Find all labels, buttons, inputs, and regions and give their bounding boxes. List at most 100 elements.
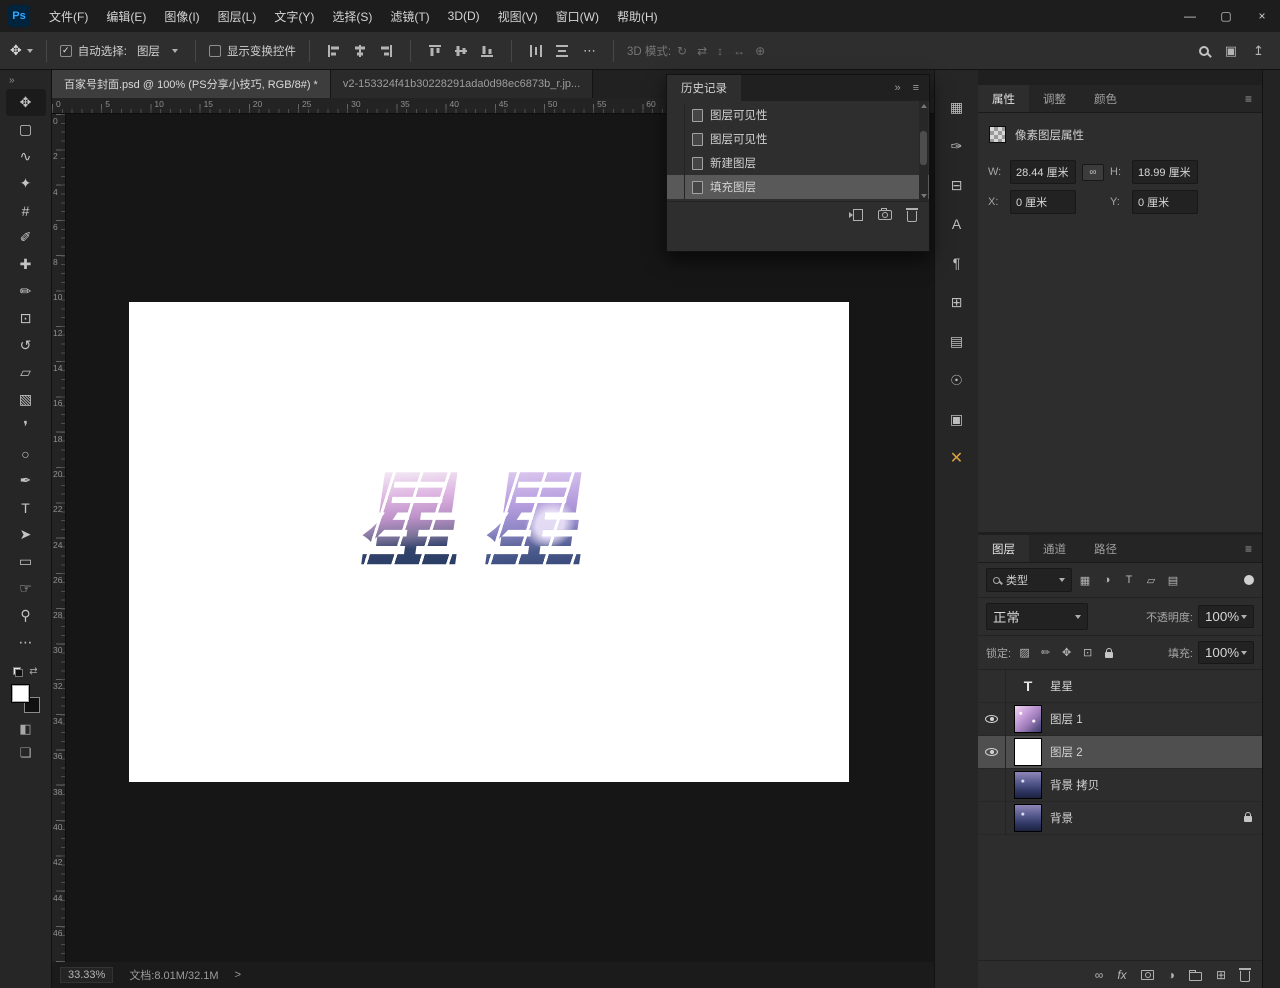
set-source-cell[interactable] bbox=[667, 175, 685, 199]
scroll-down-icon[interactable] bbox=[920, 194, 927, 198]
eraser-tool[interactable]: ▱ bbox=[6, 359, 46, 386]
zoom-tool[interactable]: ⚲ bbox=[6, 602, 46, 629]
document-tab[interactable]: 百家号封面.psd @ 100% (PS分享小技巧, RGB/8#) * bbox=[52, 70, 331, 98]
delete-layer-icon[interactable] bbox=[1239, 967, 1251, 982]
visibility-toggle[interactable] bbox=[978, 702, 1006, 736]
hand-tool[interactable]: ☞ bbox=[6, 575, 46, 602]
panel-menu-icon[interactable]: ≡ bbox=[1235, 85, 1262, 112]
layer-filter-dropdown[interactable]: 类型 bbox=[986, 568, 1072, 592]
screen-mode-icon[interactable]: ❏ bbox=[20, 745, 32, 761]
minimize-button[interactable]: — bbox=[1172, 0, 1208, 32]
lock-position-icon[interactable]: ✥ bbox=[1058, 644, 1075, 661]
toolbar-collapse-icon[interactable]: » bbox=[0, 70, 24, 89]
layer-row[interactable]: T 星星 bbox=[978, 670, 1262, 703]
add-mask-icon[interactable] bbox=[1140, 969, 1154, 980]
3d-drag-icon[interactable]: ↕ bbox=[717, 44, 723, 58]
search-icon[interactable] bbox=[1198, 45, 1209, 56]
document-canvas[interactable]: 星 星 bbox=[129, 302, 849, 782]
menu-edit[interactable]: 编辑(E) bbox=[97, 0, 155, 32]
quick-mask-icon[interactable]: ◧ bbox=[19, 721, 31, 737]
3d-slide-icon[interactable]: ↔ bbox=[733, 44, 745, 58]
history-tab[interactable]: 历史记录 bbox=[667, 75, 741, 101]
dodge-tool[interactable]: ○ bbox=[6, 440, 46, 467]
opacity-field[interactable]: 100% bbox=[1198, 605, 1254, 628]
align-middle-button[interactable] bbox=[450, 41, 472, 61]
menu-file[interactable]: 文件(F) bbox=[40, 0, 97, 32]
panel-tab[interactable]: 图层 bbox=[978, 535, 1029, 562]
set-source-cell[interactable] bbox=[667, 127, 685, 151]
filter-switch-icon[interactable] bbox=[1244, 575, 1254, 585]
menu-image[interactable]: 图像(I) bbox=[155, 0, 208, 32]
paragraph-panel-icon[interactable]: ¶ bbox=[944, 250, 970, 276]
history-state[interactable]: 图层可见性 bbox=[667, 127, 929, 151]
lock-transparent-pixels-icon[interactable]: ▨ bbox=[1016, 644, 1033, 661]
magic-wand-tool[interactable]: ✦ bbox=[6, 170, 46, 197]
brush-settings-panel-icon[interactable]: ✑ bbox=[944, 133, 970, 159]
share-icon[interactable]: ↥ bbox=[1253, 43, 1264, 59]
distribute-vertical-button[interactable] bbox=[551, 41, 573, 61]
new-snapshot-icon[interactable] bbox=[878, 207, 892, 220]
align-right-button[interactable] bbox=[375, 41, 397, 61]
brush-tool[interactable]: ✏ bbox=[6, 278, 46, 305]
more-tools[interactable]: ⋯ bbox=[6, 629, 46, 656]
layer-row[interactable]: 图层 1 bbox=[978, 702, 1262, 736]
collapse-panel-icon[interactable]: » bbox=[894, 82, 900, 94]
panel-tab[interactable]: 属性 bbox=[978, 85, 1029, 112]
menu-filter[interactable]: 滤镜(T) bbox=[381, 0, 438, 32]
layer-effects-icon[interactable]: fx bbox=[1117, 968, 1126, 982]
link-layers-icon[interactable]: ∞ bbox=[1095, 968, 1104, 982]
visibility-toggle[interactable] bbox=[978, 735, 1006, 769]
filter-type-layers-icon[interactable]: T bbox=[1119, 570, 1139, 590]
width-field[interactable]: 28.44 厘米 bbox=[1010, 160, 1076, 184]
menu-3d[interactable]: 3D(D) bbox=[439, 0, 489, 32]
lock-image-pixels-icon[interactable]: ✏ bbox=[1037, 644, 1054, 661]
new-document-from-state-icon[interactable] bbox=[849, 208, 863, 221]
3d-rotate-icon[interactable]: ↻ bbox=[677, 44, 687, 58]
constrain-proportions-icon[interactable]: ∞ bbox=[1082, 163, 1104, 181]
align-top-button[interactable] bbox=[424, 41, 446, 61]
show-transform-controls-checkbox[interactable]: 显示变换控件 bbox=[208, 43, 296, 59]
zoom-level-field[interactable]: 33.33% bbox=[60, 967, 114, 983]
maximize-button[interactable]: ▢ bbox=[1208, 0, 1244, 32]
swatches-panel-icon[interactable]: ▦ bbox=[944, 94, 970, 120]
filter-pixel-layers-icon[interactable]: ▦ bbox=[1075, 570, 1095, 590]
filter-adjustment-layers-icon[interactable]: ◑ bbox=[1097, 570, 1117, 590]
distribute-horizontal-button[interactable] bbox=[525, 41, 547, 61]
info-panel-icon[interactable]: ▣ bbox=[944, 406, 970, 432]
auto-select-target-dropdown[interactable]: 图层 bbox=[133, 41, 182, 61]
fill-field[interactable]: 100% bbox=[1198, 641, 1254, 664]
align-left-button[interactable] bbox=[323, 41, 345, 61]
menu-select[interactable]: 选择(S) bbox=[323, 0, 381, 32]
history-state[interactable]: 填充图层 bbox=[667, 175, 929, 199]
menu-help[interactable]: 帮助(H) bbox=[608, 0, 667, 32]
menu-layer[interactable]: 图层(L) bbox=[209, 0, 266, 32]
blur-tool[interactable]: ❜ bbox=[6, 413, 46, 440]
clone-stamp-tool[interactable]: ⊡ bbox=[6, 305, 46, 332]
pen-tool[interactable]: ✒ bbox=[6, 467, 46, 494]
default-colors-icon[interactable] bbox=[13, 666, 24, 677]
set-source-cell[interactable] bbox=[667, 103, 685, 127]
plugins-panel-icon[interactable]: ✕ bbox=[944, 445, 970, 471]
history-brush-tool[interactable]: ↺ bbox=[6, 332, 46, 359]
blend-mode-dropdown[interactable]: 正常 bbox=[986, 603, 1088, 630]
rectangle-tool[interactable]: ▭ bbox=[6, 548, 46, 575]
libraries-panel-icon[interactable]: ▤ bbox=[944, 328, 970, 354]
more-align-options-button[interactable]: ⋯ bbox=[579, 43, 600, 59]
panel-tab[interactable]: 调整 bbox=[1029, 85, 1080, 112]
close-button[interactable]: × bbox=[1244, 0, 1280, 32]
filter-shape-layers-icon[interactable]: ▱ bbox=[1141, 570, 1161, 590]
set-source-cell[interactable] bbox=[667, 151, 685, 175]
new-adjustment-layer-icon[interactable]: ◑ bbox=[1168, 968, 1175, 982]
x-field[interactable]: 0 厘米 bbox=[1010, 190, 1076, 214]
workspace-switcher-icon[interactable]: ▣ bbox=[1225, 43, 1237, 59]
lasso-tool[interactable]: ∿ bbox=[6, 143, 46, 170]
3d-roll-icon[interactable]: ⇄ bbox=[697, 44, 707, 58]
filter-smart-objects-icon[interactable]: ▤ bbox=[1163, 570, 1183, 590]
clone-source-panel-icon[interactable]: ⊟ bbox=[944, 172, 970, 198]
lock-all-icon[interactable] bbox=[1100, 644, 1117, 661]
align-bottom-button[interactable] bbox=[476, 41, 498, 61]
scroll-up-icon[interactable] bbox=[920, 104, 927, 108]
menu-type[interactable]: 文字(Y) bbox=[265, 0, 323, 32]
visibility-toggle[interactable] bbox=[978, 801, 1006, 835]
foreground-color-swatch[interactable] bbox=[11, 685, 29, 702]
